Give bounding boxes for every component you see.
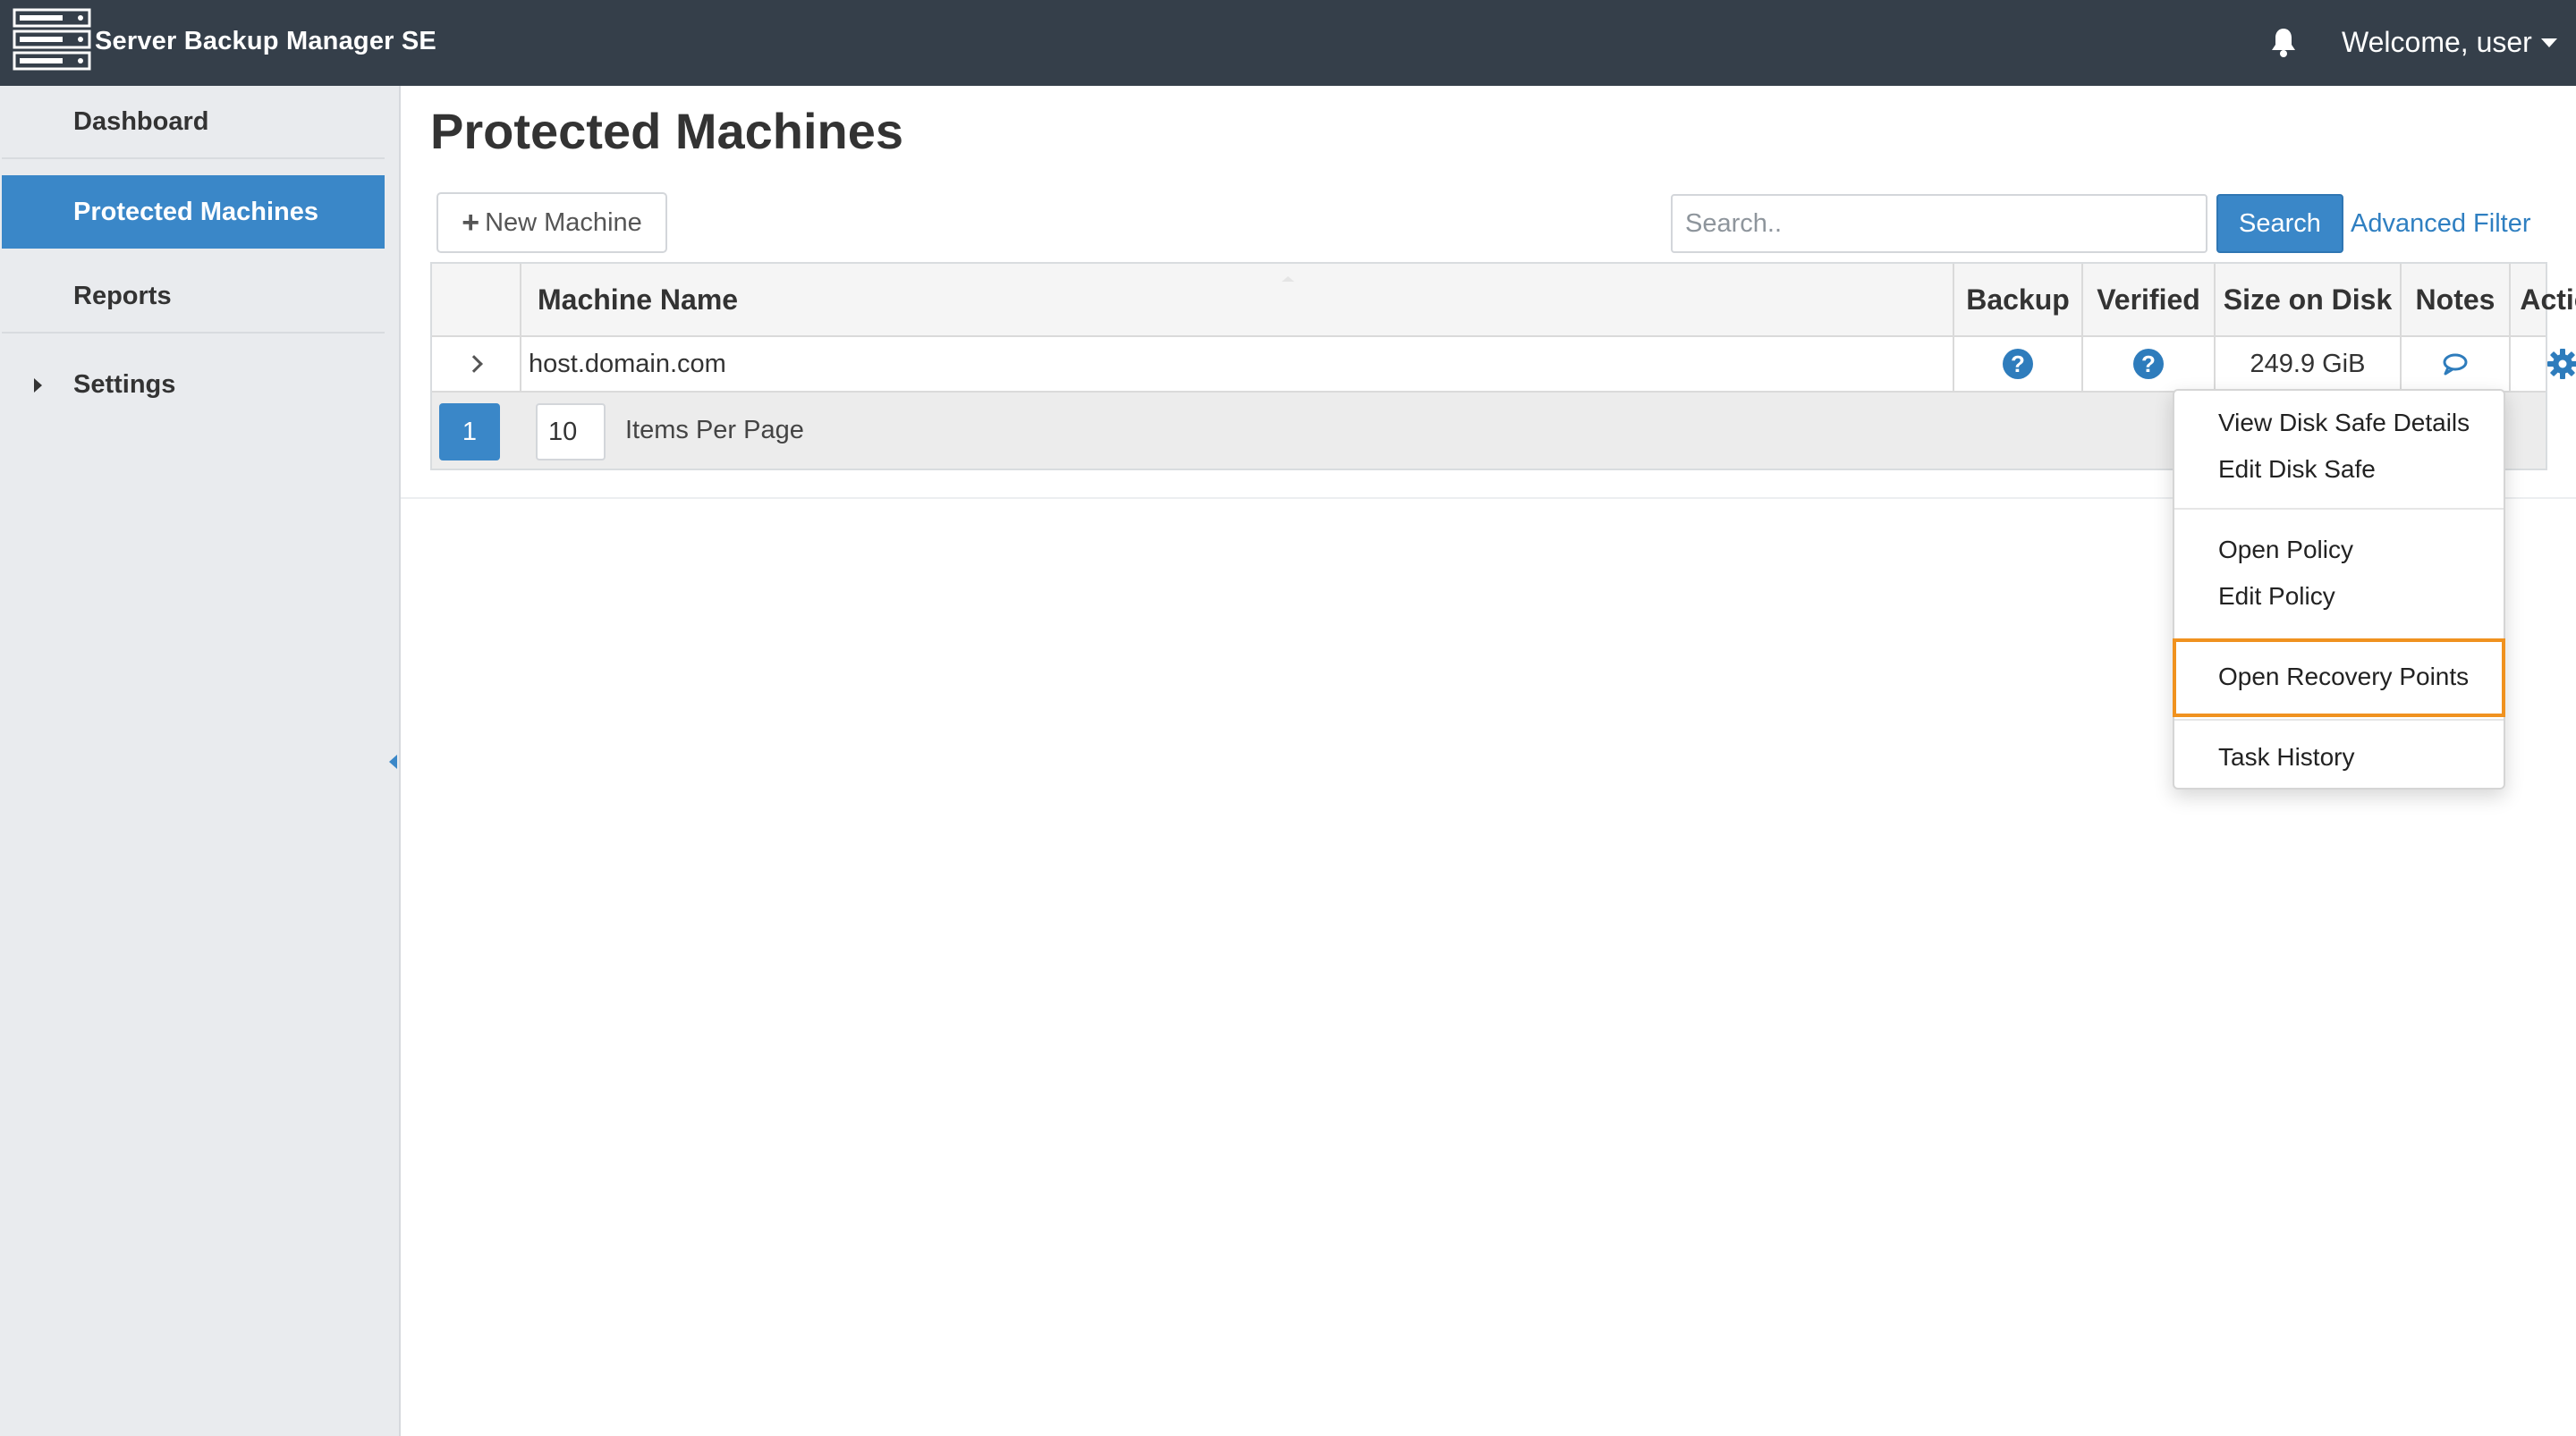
advanced-filter-link[interactable]: Advanced Filter [2351,209,2531,239]
column-header-label: Machine Name [538,283,739,316]
table-row[interactable]: host.domain.com ? ? 249.9 GiB [432,337,2576,393]
column-header-notes: Notes [2402,264,2511,335]
question-circle-icon[interactable]: ? [2133,349,2164,379]
sidebar-item-label: Reports [73,281,172,310]
sidebar-item-reports[interactable]: Reports [2,260,385,334]
sidebar-item-label: Settings [73,369,176,399]
user-menu[interactable]: Welcome, user [2342,26,2557,59]
sidebar-item-dashboard[interactable]: Dashboard [2,86,385,159]
items-per-page-select[interactable]: 10 [536,403,606,460]
menu-item-open-policy[interactable]: Open Policy [2218,536,2353,564]
menu-item-view-disk-safe-details[interactable]: View Disk Safe Details [2218,409,2470,437]
actions-menu-button[interactable] [2546,348,2576,380]
server-stack-icon [13,8,91,71]
menu-item-task-history[interactable]: Task History [2218,743,2354,772]
expand-row-button[interactable] [432,337,521,391]
question-circle-icon[interactable]: ? [2003,349,2033,379]
sidebar-item-settings[interactable]: Settings [2,348,385,421]
table-header: Machine Name Backup Verified Size on Dis… [432,264,2576,337]
sidebar-item-label: Dashboard [73,106,209,136]
size-on-disk-cell: 249.9 GiB [2216,337,2402,391]
notes-cell [2402,337,2511,391]
page-title: Protected Machines [430,103,904,159]
app-title: Server Backup Manager SE [95,27,436,55]
comment-icon[interactable] [2441,351,2470,376]
machine-name-cell[interactable]: host.domain.com [521,337,1954,391]
menu-divider [2174,719,2504,721]
menu-item-open-recovery-points[interactable]: Open Recovery Points [2218,663,2469,691]
search-button[interactable]: Search [2216,194,2343,253]
column-header-size-on-disk[interactable]: Size on Disk [2216,264,2402,335]
menu-item-edit-disk-safe[interactable]: Edit Disk Safe [2218,455,2376,484]
column-header-verified[interactable]: Verified [2083,264,2216,335]
sidebar-item-label: Protected Machines [73,197,318,226]
search-input[interactable] [1671,194,2207,253]
sidebar-collapse-icon[interactable] [389,755,397,769]
chevron-down-icon [2540,38,2557,47]
column-header-backup[interactable]: Backup [1954,264,2083,335]
top-bar: Server Backup Manager SE Welcome, user [0,0,2576,86]
pagination-page-1[interactable]: 1 [439,403,500,460]
items-per-page-label: Items Per Page [625,416,804,444]
actions-dropdown-menu: View Disk Safe Details Edit Disk Safe Op… [2173,389,2505,790]
menu-item-edit-policy[interactable]: Edit Policy [2218,582,2335,611]
sidebar-item-protected-machines[interactable]: Protected Machines [2,175,385,249]
sidebar: Dashboard Protected Machines Reports Set… [0,86,401,1436]
column-header-expand [432,264,521,335]
verified-status-cell: ? [2083,337,2216,391]
new-machine-label: New Machine [485,207,642,237]
backup-status-cell: ? [1954,337,2083,391]
welcome-text: Welcome, user [2342,26,2532,58]
column-header-actions: Actions [2520,283,2576,316]
menu-divider [2174,508,2504,510]
actions-cell [2511,337,2576,391]
bell-icon[interactable] [2270,27,2297,57]
caret-right-icon [34,378,42,393]
plus-icon: + [462,206,480,240]
sort-icon [1282,276,1294,282]
gear-icon [2547,349,2576,379]
chevron-right-icon [465,355,483,373]
column-header-machine-name[interactable]: Machine Name [521,264,1954,335]
new-machine-button[interactable]: + New Machine [436,192,667,253]
